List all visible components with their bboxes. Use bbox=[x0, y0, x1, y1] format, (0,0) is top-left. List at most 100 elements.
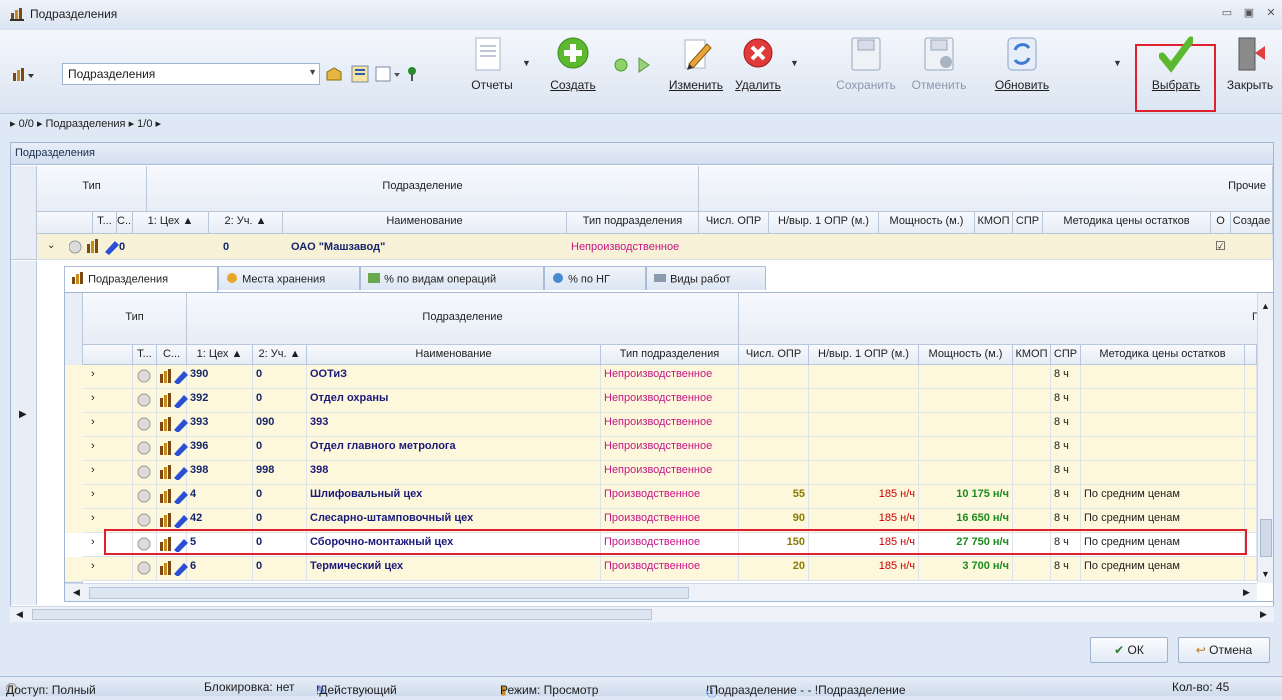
expand-icon[interactable]: › bbox=[83, 389, 133, 413]
row-type[interactable]: Непроизводственное bbox=[601, 413, 739, 437]
col-type[interactable]: Тип подразделения bbox=[567, 212, 699, 234]
inner-col-type[interactable]: Тип подразделения bbox=[601, 345, 739, 365]
edit-button[interactable]: Изменить bbox=[668, 36, 724, 92]
col-kmop[interactable]: КМОП bbox=[975, 212, 1013, 234]
collapse-icon[interactable]: ⌄ bbox=[47, 240, 55, 251]
inner-col-power[interactable]: Мощность (м.) bbox=[919, 345, 1013, 365]
row-type[interactable]: Непроизводственное bbox=[601, 389, 739, 413]
inner-col-shop[interactable]: 1: Цех ▲ bbox=[187, 345, 253, 365]
col-o[interactable]: О bbox=[1211, 212, 1231, 234]
title-bar: Подразделения ▭ ▣ ✕ bbox=[0, 0, 1282, 30]
table-row[interactable]: › 392 0 Отдел охраны Непроизводственное 8 ч bbox=[65, 389, 1257, 413]
tab-ng[interactable]: % по НГ bbox=[544, 266, 646, 290]
row-type[interactable]: Непроизводственное bbox=[601, 365, 739, 389]
inner-col-section[interactable]: 2: Уч. ▲ bbox=[253, 345, 307, 365]
save-button[interactable]: Сохранить bbox=[833, 36, 899, 92]
hscroll-thumb[interactable] bbox=[89, 587, 689, 599]
select-button[interactable]: Выбрать bbox=[1140, 36, 1212, 92]
row-type[interactable]: Непроизводственное bbox=[601, 437, 739, 461]
table-row[interactable]: › 398 998 398 Непроизводственное 8 ч bbox=[65, 461, 1257, 485]
breadcrumb-subdivisions[interactable]: Подразделения bbox=[46, 118, 126, 130]
col-power[interactable]: Мощность (м.) bbox=[879, 212, 975, 234]
inner-col-spr[interactable]: СПР bbox=[1051, 345, 1081, 365]
scroll-thumb[interactable] bbox=[1260, 519, 1272, 557]
outer-scroll-left-icon[interactable]: ◀ bbox=[16, 609, 23, 620]
chevron-down-icon[interactable]: ▼ bbox=[308, 67, 317, 77]
row-type[interactable]: Производственное bbox=[601, 485, 739, 509]
row-type[interactable]: Непроизводственное bbox=[601, 461, 739, 485]
outer-row-checkbox[interactable]: ☑ bbox=[1215, 239, 1226, 253]
inner-horizontal-scrollbar[interactable]: ◀ ▶ bbox=[65, 583, 1257, 601]
revert-button[interactable]: Отменить bbox=[906, 36, 972, 92]
scroll-left-icon[interactable]: ◀ bbox=[73, 587, 80, 598]
scroll-down-icon[interactable]: ▼ bbox=[1261, 569, 1270, 579]
reports-button[interactable]: Отчеты bbox=[462, 36, 514, 92]
expand-icon[interactable]: › bbox=[83, 413, 133, 437]
table-row[interactable]: › 6 0 Термический цех Производственное 20 185 … bbox=[65, 557, 1257, 581]
tab-work-types[interactable]: Виды работ bbox=[646, 266, 766, 290]
table-row[interactable]: › 396 0 Отдел главного метролога Непроизводс… bbox=[65, 437, 1257, 461]
col-norm[interactable]: Н/выр. 1 ОПР (м.) bbox=[769, 212, 879, 234]
inner-col-c[interactable]: С... bbox=[157, 345, 187, 365]
row-shop: 4 bbox=[187, 485, 253, 509]
copy-play-icons[interactable] bbox=[613, 54, 653, 76]
expand-icon[interactable]: › bbox=[83, 461, 133, 485]
refresh-dropdown-icon[interactable]: ▼ bbox=[1113, 58, 1122, 68]
ng-icon bbox=[551, 272, 565, 287]
col-name[interactable]: Наименование bbox=[283, 212, 567, 234]
inner-col-norm[interactable]: Н/выр. 1 ОПР (м.) bbox=[809, 345, 919, 365]
close-window-icon[interactable]: ✕ bbox=[1262, 6, 1280, 22]
col-section[interactable]: 2: Уч. ▲ bbox=[209, 212, 283, 234]
close-button[interactable]: Закрыть bbox=[1219, 36, 1281, 92]
expand-icon[interactable]: › bbox=[83, 557, 133, 581]
outer-horizontal-scrollbar[interactable]: ◀ ▶ bbox=[10, 606, 1274, 622]
inner-col-extra[interactable] bbox=[1245, 345, 1257, 365]
col-spr[interactable]: СПР bbox=[1013, 212, 1043, 234]
reports-dropdown-icon[interactable]: ▼ bbox=[522, 58, 531, 68]
status-lock: Блокировка: нет bbox=[204, 680, 295, 694]
expand-icon[interactable]: › bbox=[83, 437, 133, 461]
table-row[interactable]: › 390 0 ООТиЗ Непроизводственное 8 ч bbox=[65, 365, 1257, 389]
outer-scroll-right-icon[interactable]: ▶ bbox=[1260, 609, 1267, 620]
minimize-icon[interactable]: ▭ bbox=[1218, 6, 1236, 22]
maximize-icon[interactable]: ▣ bbox=[1240, 6, 1258, 22]
tab-storage[interactable]: Места хранения bbox=[218, 266, 360, 290]
inner-col-count[interactable]: Числ. ОПР bbox=[739, 345, 809, 365]
col-created[interactable]: Создае bbox=[1231, 212, 1273, 234]
outer-hscroll-thumb[interactable] bbox=[32, 609, 652, 620]
inner-vertical-scrollbar[interactable]: ▲ ▼ bbox=[1257, 293, 1273, 583]
ok-button[interactable]: ✔ ОК bbox=[1090, 637, 1168, 663]
menu-dropdown-icon[interactable] bbox=[12, 67, 36, 83]
col-shop[interactable]: 1: Цех ▲ bbox=[133, 212, 209, 234]
inner-col-name[interactable]: Наименование bbox=[307, 345, 601, 365]
row-section: 0 bbox=[253, 557, 307, 581]
expand-icon[interactable]: › bbox=[83, 365, 133, 389]
breadcrumb-level[interactable]: 1/0 bbox=[137, 118, 152, 130]
refresh-button[interactable]: Обновить bbox=[990, 36, 1054, 92]
app-icon bbox=[10, 7, 24, 21]
col-t[interactable]: Т... bbox=[93, 212, 117, 234]
expand-icon[interactable]: › bbox=[83, 485, 133, 509]
inner-col-kmop[interactable]: КМОП bbox=[1013, 345, 1051, 365]
inner-col-t[interactable]: Т... bbox=[133, 345, 157, 365]
delete-dropdown-icon[interactable]: ▼ bbox=[790, 58, 799, 68]
tab-subdivisions[interactable]: Подразделения bbox=[64, 266, 218, 292]
cancel-dialog-button[interactable]: ↩ Отмена bbox=[1178, 637, 1270, 663]
scroll-right-icon[interactable]: ▶ bbox=[1243, 587, 1250, 598]
tab-operations[interactable]: % по видам операций bbox=[360, 266, 544, 290]
col-c[interactable]: С... bbox=[117, 212, 133, 234]
create-button[interactable]: Создать bbox=[549, 36, 597, 92]
delete-button[interactable]: Удалить bbox=[730, 36, 786, 92]
col-count[interactable]: Числ. ОПР bbox=[699, 212, 769, 234]
row-power bbox=[919, 437, 1013, 461]
table-row[interactable]: › 393 090 393 Непроизводственное 8 ч bbox=[65, 413, 1257, 437]
inner-col-method[interactable]: Методика цены остатков bbox=[1081, 345, 1245, 365]
col-method[interactable]: Методика цены остатков bbox=[1043, 212, 1211, 234]
table-row[interactable]: › 4 0 Шлифовальный цех Производственное 55 185… bbox=[65, 485, 1257, 509]
outer-row-type[interactable]: Непроизводственное bbox=[571, 241, 679, 253]
scroll-up-icon[interactable]: ▲ bbox=[1261, 301, 1270, 311]
breadcrumb-position[interactable]: 0/0 bbox=[19, 118, 34, 130]
subdivision-combo[interactable]: Подразделения ▼ bbox=[62, 63, 320, 85]
row-type[interactable]: Производственное bbox=[601, 557, 739, 581]
inner-grid: Тип Подразделение Г Т... С... 1: Цех ▲ 2… bbox=[64, 292, 1274, 602]
